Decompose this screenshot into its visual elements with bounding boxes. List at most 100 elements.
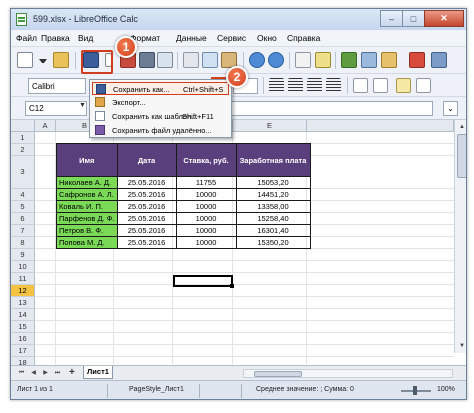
menu-edit[interactable]: Правка (41, 33, 70, 43)
header-date[interactable]: Дата (116, 143, 177, 177)
cell-date[interactable]: 25.05.2016 (116, 224, 177, 237)
cell-salary[interactable]: 15258,40 (235, 212, 311, 225)
row-header-5[interactable]: 5 (11, 201, 35, 213)
cell-name[interactable]: Попова М. Д. (56, 236, 118, 249)
sheet-tab-1[interactable]: Лист1 (83, 366, 113, 379)
row-header-12[interactable]: 12 (11, 285, 35, 297)
merge-cells-icon[interactable] (373, 78, 388, 93)
cell-date[interactable]: 25.05.2016 (116, 236, 177, 249)
cell-name[interactable]: Петров В. Ф. (56, 224, 118, 237)
borders-icon[interactable] (416, 78, 431, 93)
cell-date[interactable]: 25.05.2016 (116, 188, 177, 201)
copy-icon[interactable] (202, 52, 218, 68)
hyperlink-icon[interactable] (431, 52, 447, 68)
align-right-icon[interactable] (307, 78, 322, 93)
menu-help[interactable]: Справка (287, 33, 320, 43)
row-header-1[interactable]: 1 (11, 132, 35, 144)
horizontal-scroll-thumb[interactable] (254, 371, 302, 377)
row-header-16[interactable]: 16 (11, 333, 35, 345)
vertical-scrollbar[interactable]: ▲ ▼ (454, 120, 466, 353)
expand-formula-bar-button[interactable]: ⌄ (443, 101, 458, 116)
close-button[interactable]: ✕ (424, 10, 464, 27)
chart-icon[interactable] (361, 52, 377, 68)
row-header-2[interactable]: 2 (11, 144, 35, 156)
justify-icon[interactable] (326, 78, 341, 93)
font-name-box[interactable]: Calibri (28, 78, 86, 94)
cell-name[interactable]: Сафронов А. Л. (56, 188, 118, 201)
open-folder-icon[interactable] (53, 52, 69, 68)
next-sheet-icon[interactable]: ▶ (41, 369, 50, 378)
find-icon[interactable] (295, 52, 311, 68)
add-sheet-button[interactable]: + (69, 367, 75, 378)
spreadsheet-grid[interactable]: A B C D E 12345678910111213141516171819 … (11, 120, 466, 381)
zoom-level[interactable]: 100% (437, 386, 455, 393)
scroll-up-icon[interactable]: ▲ (456, 121, 466, 133)
row-header-9[interactable]: 9 (11, 249, 35, 261)
cut-icon[interactable] (183, 52, 199, 68)
first-sheet-icon[interactable]: ⏮ (17, 369, 26, 378)
cell-salary[interactable]: 15350,20 (235, 236, 311, 249)
row-header-7[interactable]: 7 (11, 225, 35, 237)
cell-rate[interactable]: 10000 (175, 236, 237, 249)
cell-salary[interactable]: 13358,00 (235, 200, 311, 213)
scroll-down-icon[interactable]: ▼ (456, 340, 466, 352)
maximize-button[interactable]: □ (402, 10, 425, 27)
pivot-table-icon[interactable] (381, 52, 397, 68)
header-rate[interactable]: Ставка, руб. (175, 143, 237, 177)
print-preview-icon[interactable] (157, 52, 173, 68)
name-box[interactable]: C12 (25, 101, 87, 116)
cell-salary[interactable]: 14451,20 (235, 188, 311, 201)
row-header-11[interactable]: 11 (11, 273, 35, 285)
header-salary[interactable]: Заработная плата (235, 143, 311, 177)
align-center-icon[interactable] (288, 78, 303, 93)
row-header-17[interactable]: 17 (11, 345, 35, 357)
cell-style-icon[interactable] (396, 78, 411, 93)
prev-sheet-icon[interactable]: ◀ (29, 369, 38, 378)
horizontal-scrollbar[interactable] (243, 369, 453, 378)
menu-item-save-as-template[interactable]: Сохранить как шаблон... Shift+F11 (92, 110, 229, 123)
redo-icon[interactable] (268, 52, 284, 68)
cell-date[interactable]: 25.05.2016 (116, 212, 177, 225)
header-name[interactable]: Имя (56, 143, 118, 177)
cell-rate[interactable]: 10000 (175, 200, 237, 213)
menu-data[interactable]: Данные (176, 33, 207, 43)
special-character-icon[interactable] (409, 52, 425, 68)
chevron-down-icon[interactable] (39, 59, 47, 63)
menu-view[interactable]: Вид (78, 33, 93, 43)
spellcheck-icon[interactable] (315, 52, 331, 68)
sort-icon[interactable] (341, 52, 357, 68)
last-sheet-icon[interactable]: ⏭ (53, 369, 62, 378)
column-header-a[interactable]: A (35, 120, 56, 132)
cell-salary[interactable]: 15053,20 (235, 176, 311, 189)
name-box-dropdown-icon[interactable]: ▼ (79, 102, 86, 109)
row-header-14[interactable]: 14 (11, 309, 35, 321)
new-document-icon[interactable] (17, 52, 33, 68)
menu-item-save-as[interactable]: Сохранить как... Ctrl+Shift+S (92, 82, 229, 95)
cell-name[interactable]: Парфенов Д. Ф. (56, 212, 118, 225)
menu-file[interactable]: Файл (16, 33, 37, 43)
row-header-8[interactable]: 8 (11, 237, 35, 249)
row-header-10[interactable]: 10 (11, 261, 35, 273)
row-header-3[interactable]: 3 (11, 156, 35, 189)
row-header-13[interactable]: 13 (11, 297, 35, 309)
undo-icon[interactable] (249, 52, 265, 68)
vertical-scroll-thumb[interactable] (457, 134, 466, 178)
cell-rate[interactable]: 10000 (175, 212, 237, 225)
column-header-e[interactable]: E (233, 120, 307, 132)
minimize-button[interactable]: – (380, 10, 403, 27)
cell-salary[interactable]: 16301,40 (235, 224, 311, 237)
cell-name[interactable]: Николаев А. Д. (56, 176, 118, 189)
menu-item-export[interactable]: Экспорт... (92, 96, 229, 109)
menu-window[interactable]: Окно (257, 33, 277, 43)
wrap-text-icon[interactable] (353, 78, 368, 93)
cell-rate[interactable]: 10000 (175, 224, 237, 237)
row-header-4[interactable]: 4 (11, 189, 35, 201)
row-header-15[interactable]: 15 (11, 321, 35, 333)
zoom-slider-thumb[interactable] (413, 386, 417, 395)
cell-rate[interactable]: 10000 (175, 188, 237, 201)
cell-rate[interactable]: 11755 (175, 176, 237, 189)
menu-tools[interactable]: Сервис (217, 33, 246, 43)
cell-date[interactable]: 25.05.2016 (116, 200, 177, 213)
active-cell-c12[interactable] (173, 275, 234, 288)
align-left-icon[interactable] (269, 78, 284, 93)
